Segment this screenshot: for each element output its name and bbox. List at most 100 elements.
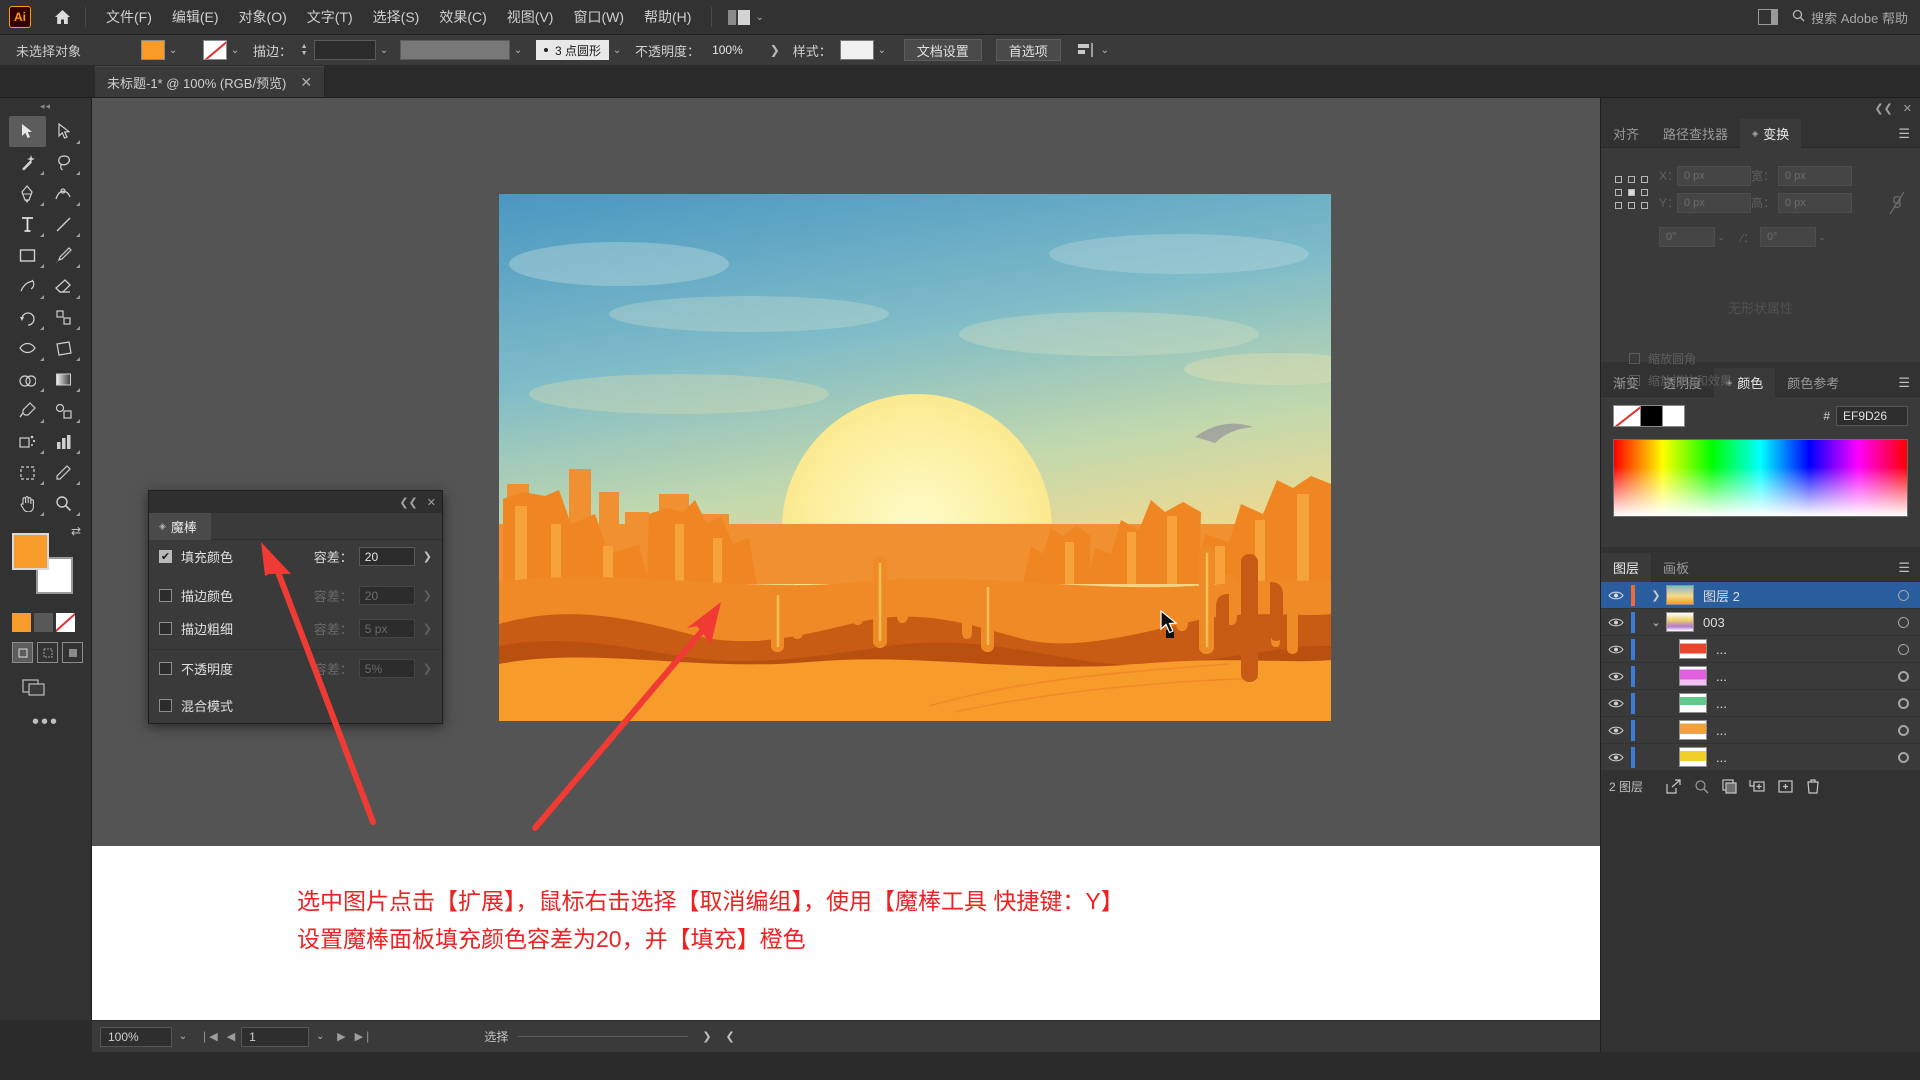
create-new-layer-icon[interactable] [1771,779,1799,794]
fill-stroke-controls[interactable]: ⇄ [0,524,91,607]
field-angle[interactable]: 0° [1659,227,1715,247]
tab-transform[interactable]: ◈ 变换 [1740,118,1802,148]
edit-toolbar-button[interactable]: ••• [0,697,91,734]
reference-point-selector[interactable] [1615,176,1649,210]
menu-object[interactable]: 对象(O) [229,2,297,32]
table-row[interactable]: ⌄ 003 [1601,609,1920,636]
opacity-chevron-icon[interactable]: ❯ [767,43,783,57]
visibility-toggle-icon[interactable] [1601,590,1631,601]
draw-inside-icon[interactable] [62,642,83,663]
zoom-level-field[interactable]: 100% [100,1026,172,1047]
checkbox-opacity[interactable] [159,662,172,675]
target-indicator-icon[interactable] [1886,697,1920,709]
tab-layers[interactable]: 图层 [1601,552,1652,582]
none-swatch[interactable] [56,613,75,632]
row-scale-strokes[interactable]: 缩放描边和效果 [1615,369,1906,391]
fill-dropdown-caret-icon[interactable]: ⌄ [165,45,181,56]
opacity-field[interactable]: 100% [706,40,749,60]
field-width[interactable]: 0 px [1778,165,1852,186]
black-swatch[interactable] [1641,405,1663,427]
visibility-toggle-icon[interactable] [1601,617,1631,628]
checkbox-fill-color[interactable]: ✔ [159,550,172,563]
free-transform-tool[interactable] [46,333,83,364]
layer-name[interactable]: ... [1716,750,1886,765]
pen-tool[interactable] [9,178,46,209]
table-row[interactable]: ... [1601,717,1920,744]
eraser-tool[interactable] [46,271,83,302]
row-blend-mode[interactable]: 混合模式 [149,687,442,723]
menu-file[interactable]: 文件(F) [96,2,162,32]
row-scale-corners[interactable]: 缩放圆角 [1615,347,1906,369]
menu-edit[interactable]: 编辑(E) [162,2,229,32]
menu-effect[interactable]: 效果(C) [429,2,496,32]
table-row[interactable]: ... [1601,663,1920,690]
status-expand-icon[interactable]: ❯ [702,1030,711,1043]
visibility-toggle-icon[interactable] [1601,725,1631,736]
screen-mode-button[interactable] [0,663,91,697]
layer-name[interactable]: 003 [1703,615,1886,630]
expand-layer-icon[interactable]: ❯ [1646,589,1666,602]
close-icon[interactable]: ✕ [1903,102,1912,115]
tools-panel-grip[interactable]: ◂◂ [0,98,91,112]
close-icon[interactable]: ✕ [300,74,312,91]
table-row[interactable]: ... [1601,690,1920,717]
next-artboard-icon[interactable]: ▶ [337,1030,345,1043]
menu-select[interactable]: 选择(S) [363,2,430,32]
zoom-tool[interactable] [46,488,83,519]
status-collapse-icon[interactable]: ❮ [726,1030,735,1043]
symbol-sprayer-tool[interactable] [9,426,46,457]
constrain-proportions-icon[interactable] [1888,190,1906,222]
search-box[interactable]: 搜索 Adobe 帮助 [1792,8,1908,27]
menu-window[interactable]: 窗口(W) [563,2,634,32]
color-swatch-orange[interactable] [12,613,31,632]
target-indicator-icon[interactable] [1886,616,1920,628]
line-segment-tool[interactable] [46,209,83,240]
row-stroke-color[interactable]: 描边颜色 容差： 20 ❯ [149,579,442,612]
home-icon[interactable] [49,4,75,30]
tolerance-slider-arrow-fill[interactable]: ❯ [423,550,432,563]
align-caret-icon[interactable]: ⌄ [1097,45,1113,56]
layer-name[interactable]: ... [1716,669,1886,684]
angle-caret-icon[interactable]: ⌄ [1715,232,1727,243]
lasso-tool[interactable] [46,147,83,178]
brush-definition-field[interactable]: 3 点圆形 [536,40,610,60]
layer-name[interactable]: ... [1716,696,1886,711]
rotate-tool[interactable] [9,302,46,333]
field-shear[interactable]: 0° [1760,227,1816,247]
artboard[interactable] [499,194,1331,721]
fill-color-swatch[interactable] [141,40,166,60]
scale-tool[interactable] [46,302,83,333]
slice-tool[interactable] [46,457,83,488]
magic-wand-panel[interactable]: ❮❮ ✕ ◈ 魔棒 ✔ 填充颜色 容差： 20 ❯ 描边颜色 容差： 20 ❯ … [148,490,443,724]
checkbox-scale-corners[interactable] [1629,352,1640,364]
field-height[interactable]: 0 px [1778,192,1852,213]
visibility-toggle-icon[interactable] [1601,698,1631,709]
layer-name[interactable]: ... [1716,642,1886,657]
artboard-tool[interactable] [9,457,46,488]
stroke-weight-caret-icon[interactable]: ⌄ [376,45,392,56]
close-icon[interactable]: ✕ [427,496,436,509]
table-row[interactable]: ... [1601,744,1920,771]
stroke-dropdown-caret-icon[interactable]: ⌄ [227,45,243,56]
last-artboard-icon[interactable]: ▶❘ [355,1030,373,1043]
style-caret-icon[interactable]: ⌄ [874,45,890,56]
checkbox-scale-strokes[interactable] [1629,374,1640,386]
draw-normal-icon[interactable] [12,642,33,663]
shear-caret-icon[interactable]: ⌄ [1816,232,1828,243]
tab-align[interactable]: 对齐 [1601,119,1651,148]
visibility-toggle-icon[interactable] [1601,671,1631,682]
white-swatch[interactable] [1663,405,1685,427]
menu-view[interactable]: 视图(V) [497,2,564,32]
direct-selection-tool[interactable] [46,116,83,147]
shaper-tool[interactable] [9,271,46,302]
artboard-number-field[interactable]: 1 [241,1026,310,1047]
workspace-switcher-icon[interactable] [1758,9,1779,25]
layer-name[interactable]: 图层 2 [1703,586,1886,605]
paintbrush-tool[interactable] [46,240,83,271]
eyedropper-tool[interactable] [9,395,46,426]
gradient-tool[interactable] [46,364,83,395]
make-clipping-mask-icon[interactable] [1715,778,1743,794]
tolerance-input-fill[interactable]: 20 [358,547,415,566]
collapse-icon[interactable]: ❮❮ [399,496,417,509]
tab-magic-wand[interactable]: ◈ 魔棒 [149,512,211,540]
